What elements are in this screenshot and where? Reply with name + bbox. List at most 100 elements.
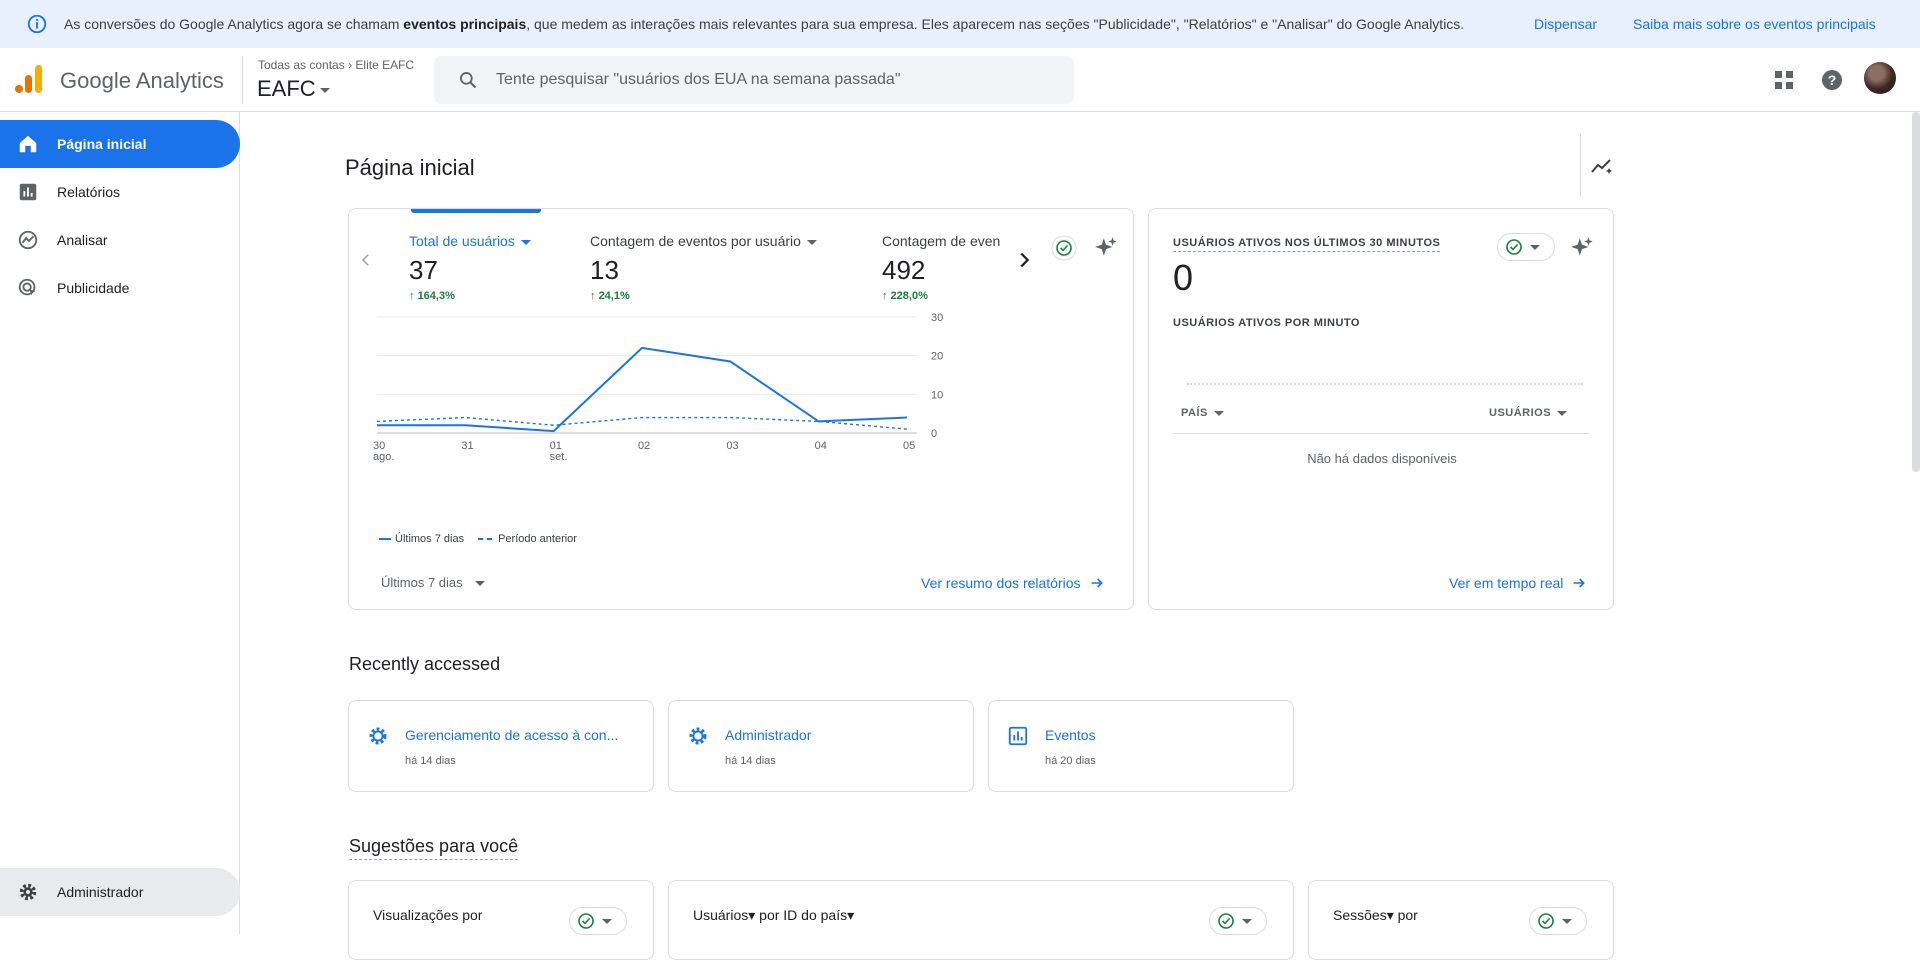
advertising-icon bbox=[18, 278, 36, 296]
recent-item-title: Eventos bbox=[1045, 727, 1096, 743]
check-circle-icon bbox=[1538, 913, 1554, 929]
reports-icon bbox=[19, 183, 37, 201]
metric-events-per-user[interactable]: Contagem de eventos por usuário 13 ↑ 24,… bbox=[590, 233, 817, 302]
caret-down-icon[interactable] bbox=[520, 239, 531, 245]
column-country[interactable]: PAÍS bbox=[1181, 407, 1224, 419]
check-circle-icon[interactable] bbox=[1051, 235, 1077, 261]
page-title: Página inicial bbox=[345, 155, 475, 180]
suggestion-card-1[interactable]: Visualizações por bbox=[348, 880, 654, 960]
breadcrumb-account[interactable]: Elite EAFC bbox=[355, 58, 414, 72]
metric-total-users[interactable]: Total de usuários 37 ↑ 164,3% bbox=[409, 233, 531, 302]
x-tick-label: 05 bbox=[903, 440, 915, 452]
suggestion-title: Sessões▾ por bbox=[1333, 907, 1418, 923]
recent-item-events[interactable]: Eventos há 20 dias bbox=[988, 700, 1294, 792]
x-tick-label: 01 set. bbox=[550, 440, 568, 463]
metric-label: Contagem de eventos por usuário bbox=[590, 233, 801, 249]
y-tick-label: 0 bbox=[931, 428, 937, 440]
sparkle-icon[interactable] bbox=[1569, 235, 1595, 261]
insights-icon[interactable] bbox=[1590, 154, 1614, 178]
explore-icon bbox=[18, 230, 38, 250]
report-chart-icon bbox=[1008, 726, 1028, 746]
nav-advertising[interactable]: Publicidade bbox=[0, 264, 240, 312]
series-line-previous bbox=[376, 416, 908, 430]
sparkle-icon[interactable] bbox=[1093, 235, 1119, 261]
column-country-label: PAÍS bbox=[1181, 407, 1208, 419]
recent-item-admin[interactable]: Administrador há 14 dias bbox=[668, 700, 974, 792]
column-users-label: USUÁRIOS bbox=[1489, 407, 1552, 419]
view-realtime-link[interactable]: Ver em tempo real bbox=[1449, 575, 1587, 591]
recent-item-time: há 14 dias bbox=[405, 755, 456, 767]
property-selector[interactable]: EAFC bbox=[257, 76, 330, 102]
top-bar: Google Analytics Todas as contas › Elite… bbox=[0, 48, 1920, 112]
caret-down-icon bbox=[1530, 244, 1540, 250]
caret-down-icon bbox=[602, 918, 612, 924]
analytics-logo-icon bbox=[15, 65, 42, 93]
nav-admin[interactable]: Administrador bbox=[0, 868, 240, 916]
help-icon[interactable]: ? bbox=[1818, 66, 1846, 94]
search-input[interactable] bbox=[496, 56, 1056, 104]
legend-previous: Período anterior bbox=[498, 533, 577, 545]
suggestion-check-dropdown[interactable] bbox=[1209, 907, 1267, 935]
recent-item-access-management[interactable]: Gerenciamento de acesso à con... há 14 d… bbox=[348, 700, 654, 792]
info-banner: As conversões do Google Analytics agora … bbox=[0, 0, 1920, 48]
svg-text:?: ? bbox=[1828, 72, 1837, 88]
x-tick-label: 04 bbox=[815, 440, 827, 452]
suggestion-check-dropdown[interactable] bbox=[569, 907, 627, 935]
x-tick-label: 30 ago. bbox=[373, 440, 394, 463]
caret-down-icon bbox=[1213, 410, 1224, 416]
selected-metric-indicator bbox=[411, 209, 541, 213]
learn-more-link[interactable]: Saiba mais sobre os eventos principais bbox=[1633, 16, 1876, 32]
nav-explore[interactable]: Analisar bbox=[0, 216, 240, 264]
property-name: EAFC bbox=[257, 76, 316, 101]
legend-swatch-previous bbox=[478, 538, 493, 540]
suggestions-section-title: Sugestões para você bbox=[349, 836, 519, 860]
product-name: Google Analytics bbox=[60, 68, 224, 93]
recent-section-title: Recently accessed bbox=[349, 654, 501, 674]
x-tick-label: 31 bbox=[461, 440, 473, 452]
caret-down-icon bbox=[319, 87, 330, 93]
nav-home[interactable]: Página inicial bbox=[0, 120, 240, 168]
view-realtime-label: Ver em tempo real bbox=[1449, 575, 1564, 591]
suggestion-title: Usuários▾ por ID do país▾ bbox=[693, 907, 855, 923]
breadcrumb[interactable]: Todas as contas › Elite EAFC bbox=[258, 58, 414, 72]
breadcrumb-all-accounts[interactable]: Todas as contas bbox=[258, 58, 345, 72]
suggestion-title: Visualizações por bbox=[373, 907, 483, 923]
dismiss-link[interactable]: Dispensar bbox=[1534, 16, 1597, 32]
metric-label: Contagem de even bbox=[882, 233, 1001, 249]
chart-legend: Últimos 7 dias Período anterior bbox=[379, 533, 577, 545]
date-range-selector[interactable]: Últimos 7 dias bbox=[381, 575, 485, 590]
chevron-right-icon[interactable] bbox=[1013, 249, 1035, 271]
recent-item-title: Gerenciamento de acesso à con... bbox=[405, 727, 619, 743]
caret-down-icon bbox=[474, 581, 485, 587]
legend-swatch-current bbox=[379, 538, 391, 540]
insights-divider bbox=[1580, 134, 1581, 196]
realtime-check-dropdown[interactable] bbox=[1497, 233, 1555, 261]
arrow-right-icon bbox=[1574, 578, 1586, 588]
view-reports-link[interactable]: Ver resumo dos relatórios bbox=[921, 575, 1105, 591]
table-divider bbox=[1173, 433, 1589, 434]
nav-reports[interactable]: Relatórios bbox=[0, 168, 240, 216]
account-avatar[interactable] bbox=[1864, 62, 1896, 94]
metric-label: Total de usuários bbox=[409, 233, 515, 249]
metric-value: 37 bbox=[409, 255, 438, 285]
column-users[interactable]: USUÁRIOS bbox=[1489, 407, 1568, 419]
apps-grid-icon[interactable] bbox=[1770, 66, 1798, 94]
suggestion-card-2[interactable]: Usuários▾ por ID do país▾ bbox=[668, 880, 1294, 960]
arrow-up-icon: ↑ bbox=[590, 290, 599, 302]
caret-down-icon[interactable] bbox=[806, 239, 817, 245]
scrollbar[interactable] bbox=[1912, 112, 1920, 472]
metric-change: 164,3% bbox=[417, 290, 455, 302]
banner-message: As conversões do Google Analytics agora … bbox=[64, 16, 1465, 32]
realtime-card: USUÁRIOS ATIVOS NOS ÚLTIMOS 30 MINUTOS 0… bbox=[1148, 208, 1614, 610]
suggestion-check-dropdown[interactable] bbox=[1529, 907, 1587, 935]
realtime-title: USUÁRIOS ATIVOS NOS ÚLTIMOS 30 MINUTOS bbox=[1173, 237, 1441, 252]
arrow-up-icon: ↑ bbox=[882, 290, 891, 302]
search-bar[interactable] bbox=[434, 56, 1074, 104]
suggestion-card-3[interactable]: Sessões▾ por bbox=[1308, 880, 1614, 960]
gear-icon bbox=[369, 727, 387, 745]
chevron-left-icon[interactable] bbox=[357, 251, 375, 269]
caret-down-icon bbox=[1562, 918, 1572, 924]
nav-advertising-label: Publicidade bbox=[57, 280, 130, 296]
metric-event-count[interactable]: Contagem de even 492 ↑ 228,0% bbox=[882, 233, 1000, 302]
nav-admin-label: Administrador bbox=[57, 884, 144, 900]
